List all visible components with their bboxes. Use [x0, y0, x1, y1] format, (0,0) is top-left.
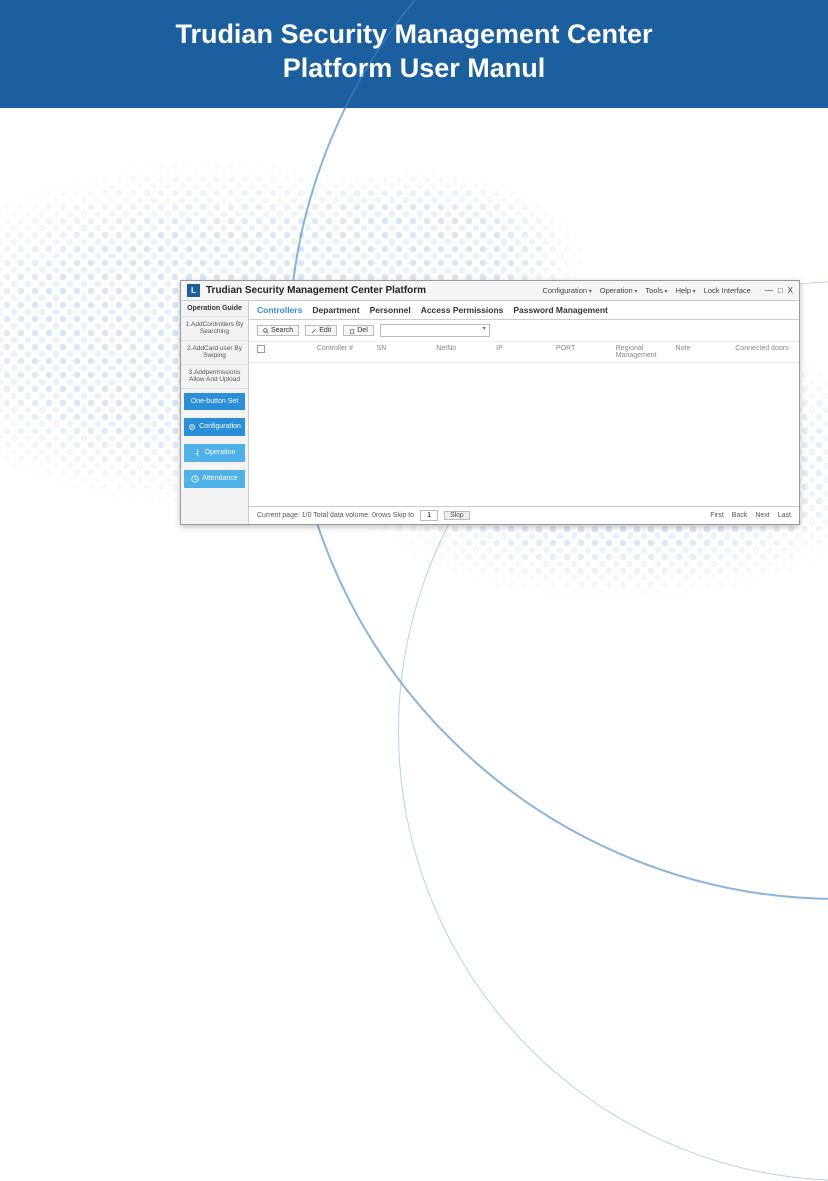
pager-status: Current page: 1/0 Total data volume: 0ro… [257, 512, 414, 519]
search-label: Search [271, 327, 293, 334]
banner-line1: Trudian Security Management Center [10, 18, 818, 52]
tab-personnel[interactable]: Personnel [370, 305, 411, 315]
close-button[interactable]: X [788, 286, 793, 295]
pager-last[interactable]: Last [778, 512, 791, 519]
app-title: Trudian Security Management Center Platf… [206, 285, 426, 296]
edit-button[interactable]: Edit [305, 325, 337, 336]
sidebar-basic-label: One-button Set [191, 398, 238, 405]
window-controls: — □ X [765, 286, 793, 295]
sidebar-basic-button[interactable]: One-button Set [184, 393, 245, 410]
sidebar-step-1[interactable]: 1.AddControllers By Searching [181, 317, 248, 341]
toolbar: Search Edit Del [249, 320, 799, 342]
app-body: Operation Guide 1.AddControllers By Sear… [181, 301, 799, 524]
bolt-icon [194, 449, 202, 457]
col-controller[interactable]: Controller # [317, 345, 373, 359]
col-sn[interactable]: SN [377, 345, 433, 359]
sidebar: Operation Guide 1.AddControllers By Sear… [181, 301, 249, 524]
pager-first[interactable]: First [710, 512, 724, 519]
sidebar-attendance-label: Attendance [202, 475, 237, 482]
pager-back[interactable]: Back [732, 512, 748, 519]
menu-help[interactable]: Help [676, 286, 696, 295]
app-window: L Trudian Security Management Center Pla… [180, 280, 800, 525]
tab-department[interactable]: Department [312, 305, 359, 315]
gear-icon [188, 423, 196, 431]
pager-next[interactable]: Next [755, 512, 769, 519]
tab-bar: Controllers Department Personnel Access … [249, 301, 799, 320]
delete-button[interactable]: Del [343, 325, 374, 336]
pager-skip-input[interactable] [420, 510, 438, 521]
pager-skip-button[interactable]: Skip [444, 511, 470, 520]
sidebar-step-2[interactable]: 2.AddCard user By Swiping [181, 341, 248, 365]
col-note[interactable]: Note [675, 345, 731, 359]
tab-access-permissions[interactable]: Access Permissions [421, 305, 504, 315]
delete-label: Del [357, 327, 368, 334]
menu-tools[interactable]: Tools [645, 286, 667, 295]
sidebar-step-3[interactable]: 3.Addpermissions Allow And Upload [181, 365, 248, 389]
col-port[interactable]: PORT [556, 345, 612, 359]
tab-controllers[interactable]: Controllers [257, 305, 302, 315]
sidebar-operation-label: Operation [205, 449, 236, 456]
sidebar-heading: Operation Guide [181, 301, 248, 317]
app-titlebar: L Trudian Security Management Center Pla… [181, 281, 799, 301]
menu-bar: Configuration Operation Tools Help Lock … [542, 286, 750, 295]
minimize-button[interactable]: — [765, 286, 773, 295]
app-logo-icon: L [187, 284, 200, 297]
pager: Current page: 1/0 Total data volume: 0ro… [249, 506, 799, 524]
clock-icon [191, 475, 199, 483]
sidebar-configuration-label: Configuration [199, 423, 241, 430]
search-icon [263, 328, 269, 334]
page-banner: Trudian Security Management Center Platf… [0, 0, 828, 108]
col-connected[interactable]: Connected doors [735, 345, 791, 359]
sidebar-configuration-button[interactable]: Configuration [184, 418, 245, 436]
banner-line2: Platform User Manul [10, 52, 818, 86]
trash-icon [349, 328, 355, 334]
pencil-icon [311, 328, 317, 334]
col-ip[interactable]: IP [496, 345, 552, 359]
col-netno[interactable]: NetNo [436, 345, 492, 359]
table-body-empty [249, 363, 799, 506]
select-all-checkbox[interactable] [257, 345, 265, 353]
search-button[interactable]: Search [257, 325, 299, 336]
edit-label: Edit [319, 327, 331, 334]
sidebar-operation-button[interactable]: Operation [184, 444, 245, 462]
table-header: Controller # SN NetNo IP PORT Regional M… [249, 342, 799, 363]
menu-operation[interactable]: Operation [600, 286, 638, 295]
maximize-button[interactable]: □ [778, 286, 783, 295]
main-panel: Controllers Department Personnel Access … [249, 301, 799, 524]
filter-select[interactable] [380, 324, 490, 337]
tab-password-management[interactable]: Password Management [513, 305, 607, 315]
col-regional[interactable]: Regional Management [616, 345, 672, 359]
menu-lock-interface[interactable]: Lock Interface [704, 286, 751, 295]
menu-configuration[interactable]: Configuration [542, 286, 591, 295]
sidebar-attendance-button[interactable]: Attendance [184, 470, 245, 488]
